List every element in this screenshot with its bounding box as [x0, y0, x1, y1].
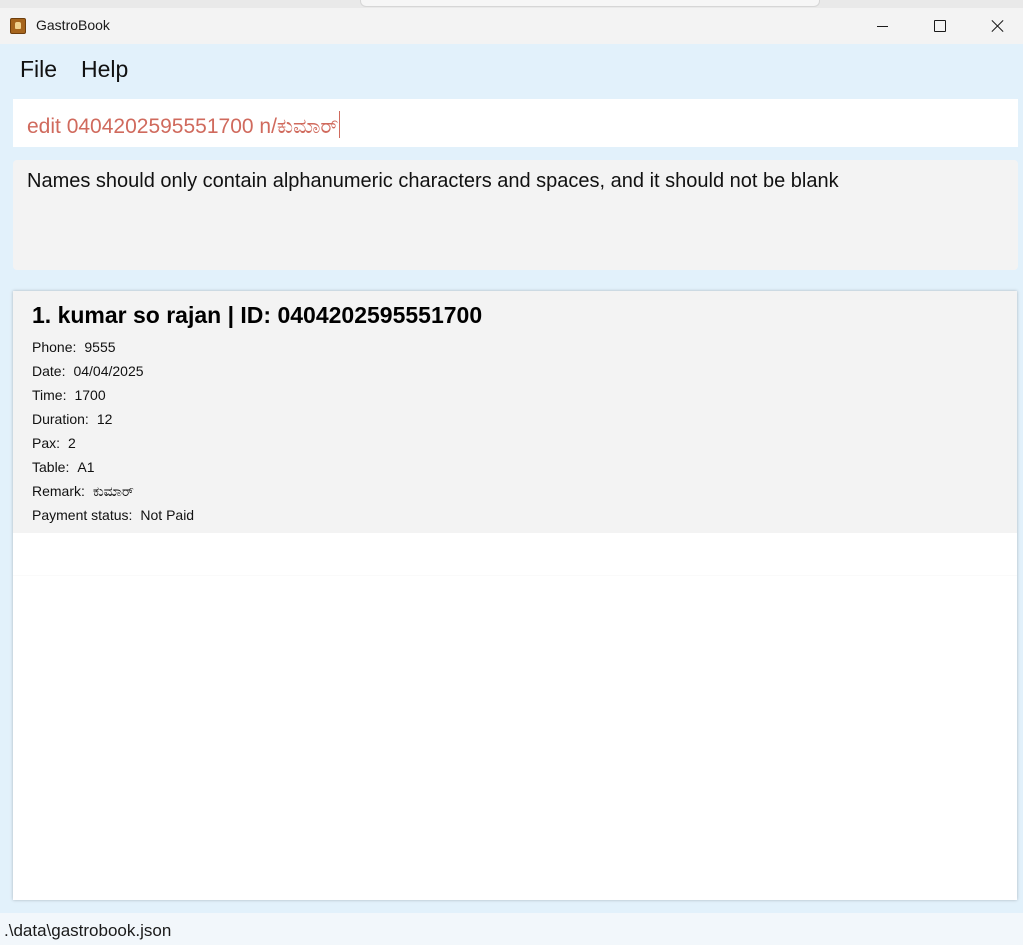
- reservation-title: 1. kumar so rajan | ID: 0404202595551700: [32, 302, 483, 328]
- field-label: Payment status:: [32, 507, 133, 523]
- field-phone: Phone: 9555: [32, 339, 116, 355]
- menu-file[interactable]: File: [20, 56, 57, 83]
- result-message: Names should only contain alphanumeric c…: [27, 170, 839, 192]
- field-value: Not Paid: [140, 507, 195, 523]
- maximize-icon: [934, 20, 946, 32]
- window-top-strip: [0, 0, 1023, 8]
- data-file-path: .\data\gastrobook.json: [4, 921, 172, 940]
- field-value: 12: [96, 411, 113, 427]
- reservation-list[interactable]: 1. kumar so rajan | ID: 0404202595551700…: [13, 291, 1017, 900]
- field-label: Duration:: [32, 411, 89, 427]
- command-input[interactable]: edit 0404202595551700 n/ಕುಮಾರ್: [13, 99, 1018, 147]
- minimize-button[interactable]: [853, 8, 911, 44]
- background-window-edge: [360, 0, 820, 7]
- minimize-icon: [876, 25, 888, 27]
- list-divider: [13, 575, 1017, 576]
- text-caret: [339, 111, 341, 138]
- address-book-icon: [10, 18, 26, 34]
- window-title: GastroBook: [36, 17, 110, 33]
- field-value: A1: [77, 459, 95, 475]
- field-value: 1700: [74, 387, 106, 403]
- field-label: Remark:: [32, 483, 85, 499]
- field-time: Time: 1700: [32, 387, 106, 403]
- field-value: 2: [68, 435, 76, 451]
- field-remark: Remark: ಕುಮಾರ್: [32, 483, 134, 500]
- maximize-button[interactable]: [911, 8, 969, 44]
- field-label: Phone:: [32, 339, 77, 355]
- field-payment-status: Payment status: Not Paid: [32, 507, 194, 523]
- menu-help[interactable]: Help: [81, 56, 128, 83]
- menu-bar: File Help: [0, 44, 1023, 94]
- field-label: Table:: [32, 459, 70, 475]
- field-duration: Duration: 12: [32, 411, 112, 427]
- result-display: Names should only contain alphanumeric c…: [13, 160, 1018, 270]
- field-pax: Pax: 2: [32, 435, 76, 451]
- main-window: File Help edit 0404202595551700 n/ಕುಮಾರ್…: [0, 44, 1023, 913]
- command-text: edit 0404202595551700 n/ಕುಮಾರ್: [27, 115, 339, 138]
- field-date: Date: 04/04/2025: [32, 363, 144, 379]
- reservation-card[interactable]: 1. kumar so rajan | ID: 0404202595551700…: [13, 291, 1017, 533]
- title-bar[interactable]: GastroBook: [0, 8, 1023, 44]
- field-value: ಕುಮಾರ್: [92, 483, 134, 499]
- field-label: Time:: [32, 387, 67, 403]
- field-table: Table: A1: [32, 459, 94, 475]
- command-text-wrapper: edit 0404202595551700 n/ಕುಮಾರ್: [27, 111, 341, 139]
- field-value: 9555: [84, 339, 116, 355]
- field-label: Pax:: [32, 435, 61, 451]
- field-value: 04/04/2025: [73, 363, 144, 379]
- status-bar: .\data\gastrobook.json: [0, 913, 1023, 945]
- close-button[interactable]: [969, 8, 1023, 44]
- close-icon: [991, 19, 1005, 33]
- field-label: Date:: [32, 363, 66, 379]
